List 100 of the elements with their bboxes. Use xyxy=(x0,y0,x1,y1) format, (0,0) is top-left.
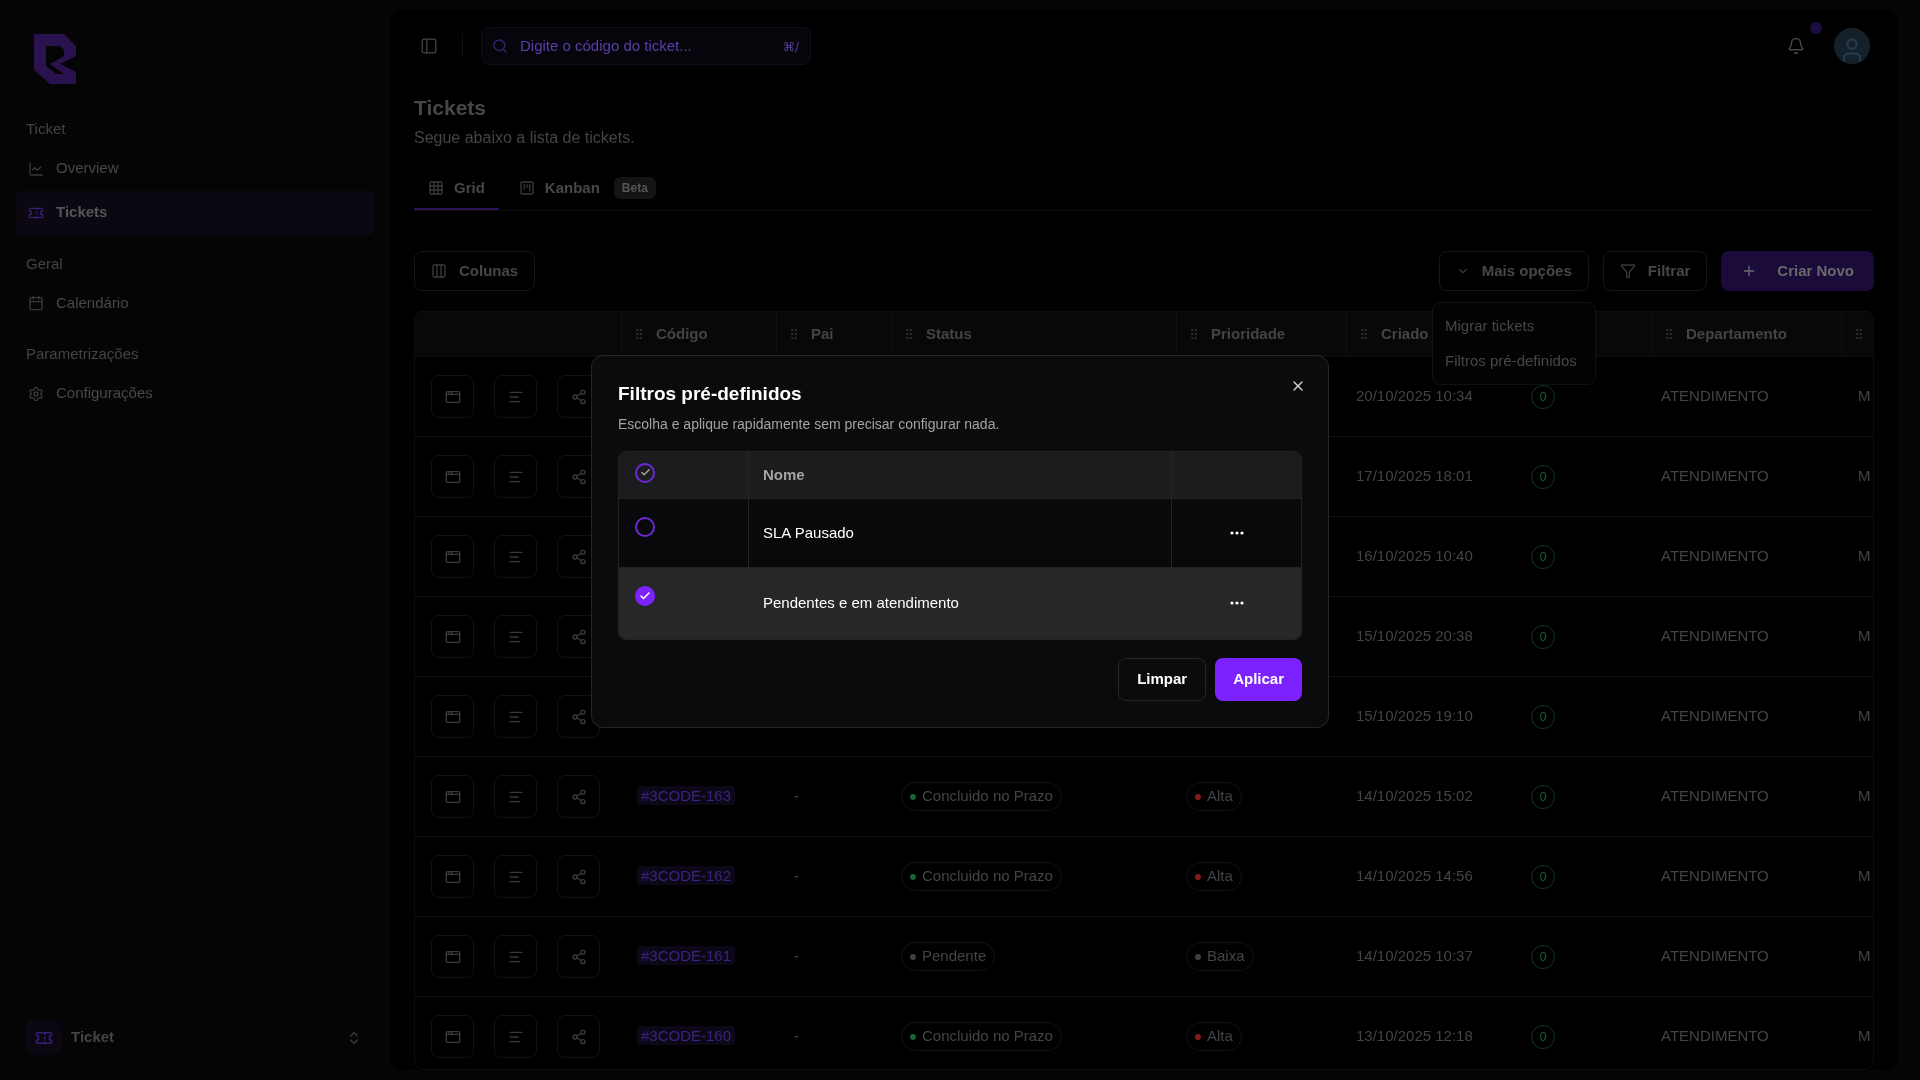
sidebar-item[interactable]: Calendário xyxy=(16,281,374,325)
window-icon xyxy=(444,708,461,725)
open-window-button[interactable] xyxy=(431,935,474,979)
column-header: Status xyxy=(926,323,972,344)
details-button[interactable] xyxy=(494,1015,537,1059)
section-label: Parametrizações xyxy=(26,344,139,364)
window-icon xyxy=(444,388,461,405)
section-label: Ticket xyxy=(26,119,66,139)
column-header: Nome xyxy=(763,464,805,485)
apply-button[interactable]: Aplicar xyxy=(1215,657,1302,701)
open-window-button[interactable] xyxy=(431,375,474,419)
ticket-code[interactable]: #3CODE-163 xyxy=(637,786,736,806)
ticket-code[interactable]: #3CODE-160 xyxy=(637,1026,736,1046)
created-date: 17/10/2025 18:01 xyxy=(1356,467,1473,485)
parent-cell: - xyxy=(794,787,799,805)
table-cell: M xyxy=(1858,707,1871,725)
open-window-button[interactable] xyxy=(431,695,474,739)
filter-name: Pendentes e em atendimento xyxy=(763,593,959,613)
row-checkbox[interactable] xyxy=(635,585,655,606)
columns-icon xyxy=(431,263,447,280)
section-label: Geral xyxy=(26,253,63,274)
created-date: 16/10/2025 10:40 xyxy=(1356,547,1473,565)
page-title: Tickets xyxy=(414,95,487,122)
share-icon xyxy=(570,548,587,565)
shortcut-hint: ⌘/ xyxy=(782,38,799,56)
table-cell: M xyxy=(1858,787,1871,805)
ticket-code[interactable]: #3CODE-161 xyxy=(637,946,736,966)
grid-icon xyxy=(428,179,444,196)
table-cell: M xyxy=(1858,387,1871,405)
page-subtitle: Segue abaixo a lista de tickets. xyxy=(414,127,636,148)
share-button[interactable] xyxy=(557,775,600,819)
column-header: Prioridade xyxy=(1211,323,1286,344)
share-icon xyxy=(570,868,587,885)
department-cell: ATENDIMENTO xyxy=(1661,467,1769,485)
created-date: 14/10/2025 15:02 xyxy=(1356,787,1473,805)
share-button[interactable] xyxy=(557,855,600,899)
clear-button[interactable]: Limpar xyxy=(1118,657,1207,701)
share-icon xyxy=(570,1028,587,1045)
view-tab[interactable]: Grid xyxy=(414,167,499,211)
window-icon xyxy=(444,1028,461,1045)
create-button[interactable]: Criar Novo xyxy=(1721,251,1874,292)
department-cell: ATENDIMENTO xyxy=(1661,547,1769,565)
window-icon xyxy=(444,548,461,565)
open-window-button[interactable] xyxy=(431,1015,474,1059)
menu-item[interactable]: Migrar tickets xyxy=(1433,309,1595,344)
share-icon xyxy=(570,388,587,405)
department-cell: ATENDIMENTO xyxy=(1661,1027,1769,1045)
select-all-checkbox[interactable] xyxy=(635,462,655,483)
department-cell: ATENDIMENTO xyxy=(1661,627,1769,645)
department-cell: ATENDIMENTO xyxy=(1661,787,1769,805)
details-button[interactable] xyxy=(494,695,537,739)
department-cell: ATENDIMENTO xyxy=(1661,707,1769,725)
view-tab[interactable]: Kanban Beta xyxy=(504,167,670,211)
open-window-button[interactable] xyxy=(431,535,474,579)
open-window-button[interactable] xyxy=(431,455,474,499)
workspace-name: Ticket xyxy=(71,1027,115,1048)
open-window-button[interactable] xyxy=(431,615,474,659)
table-cell: M xyxy=(1858,467,1871,485)
table-cell: M xyxy=(1858,627,1871,645)
parent-cell: - xyxy=(794,867,799,885)
details-button[interactable] xyxy=(494,935,537,979)
details-button[interactable] xyxy=(494,455,537,499)
table-cell: M xyxy=(1858,867,1871,885)
dialog-subtitle: Escolha e aplique rapidamente sem precisar configurar nada. xyxy=(618,414,1001,434)
column-header: Pai xyxy=(811,323,834,344)
share-icon xyxy=(570,708,587,725)
share-button[interactable] xyxy=(557,1015,600,1059)
table-cell: M xyxy=(1858,947,1871,965)
open-window-button[interactable] xyxy=(431,855,474,899)
columns-button[interactable]: Colunas xyxy=(414,251,536,292)
table-cell: M xyxy=(1858,1027,1871,1045)
filter-icon xyxy=(1619,263,1636,280)
share-icon xyxy=(570,628,587,645)
details-button[interactable] xyxy=(494,615,537,659)
created-date: 20/10/2025 10:34 xyxy=(1356,387,1473,405)
column-header: Criado xyxy=(1381,323,1429,344)
sidebar-item[interactable]: Tickets xyxy=(16,190,374,235)
avatar[interactable] xyxy=(1834,27,1870,64)
details-button[interactable] xyxy=(494,775,537,819)
ticket-code[interactable]: #3CODE-162 xyxy=(637,866,736,886)
details-button[interactable] xyxy=(494,855,537,899)
column-header: Código xyxy=(656,323,708,344)
share-icon xyxy=(570,788,587,805)
column-header: Departamento xyxy=(1686,323,1787,344)
table-cell: M xyxy=(1858,547,1871,565)
sidebar-item[interactable]: Overview xyxy=(16,146,374,191)
share-button[interactable] xyxy=(557,935,600,979)
search-icon xyxy=(492,37,508,54)
window-icon xyxy=(444,868,461,885)
filter-button[interactable]: Filtrar xyxy=(1602,251,1708,292)
row-checkbox[interactable] xyxy=(635,516,655,537)
sidebar-item[interactable]: Configurações xyxy=(16,371,374,416)
parent-cell: - xyxy=(794,947,799,965)
open-window-button[interactable] xyxy=(431,775,474,819)
details-button[interactable] xyxy=(494,375,537,419)
bell-icon xyxy=(1787,36,1805,55)
details-button[interactable] xyxy=(494,535,537,579)
gear-icon xyxy=(28,385,44,402)
more-options-button[interactable]: Mais opções xyxy=(1438,251,1589,292)
menu-item[interactable]: Filtros pré-definidos xyxy=(1433,343,1595,378)
